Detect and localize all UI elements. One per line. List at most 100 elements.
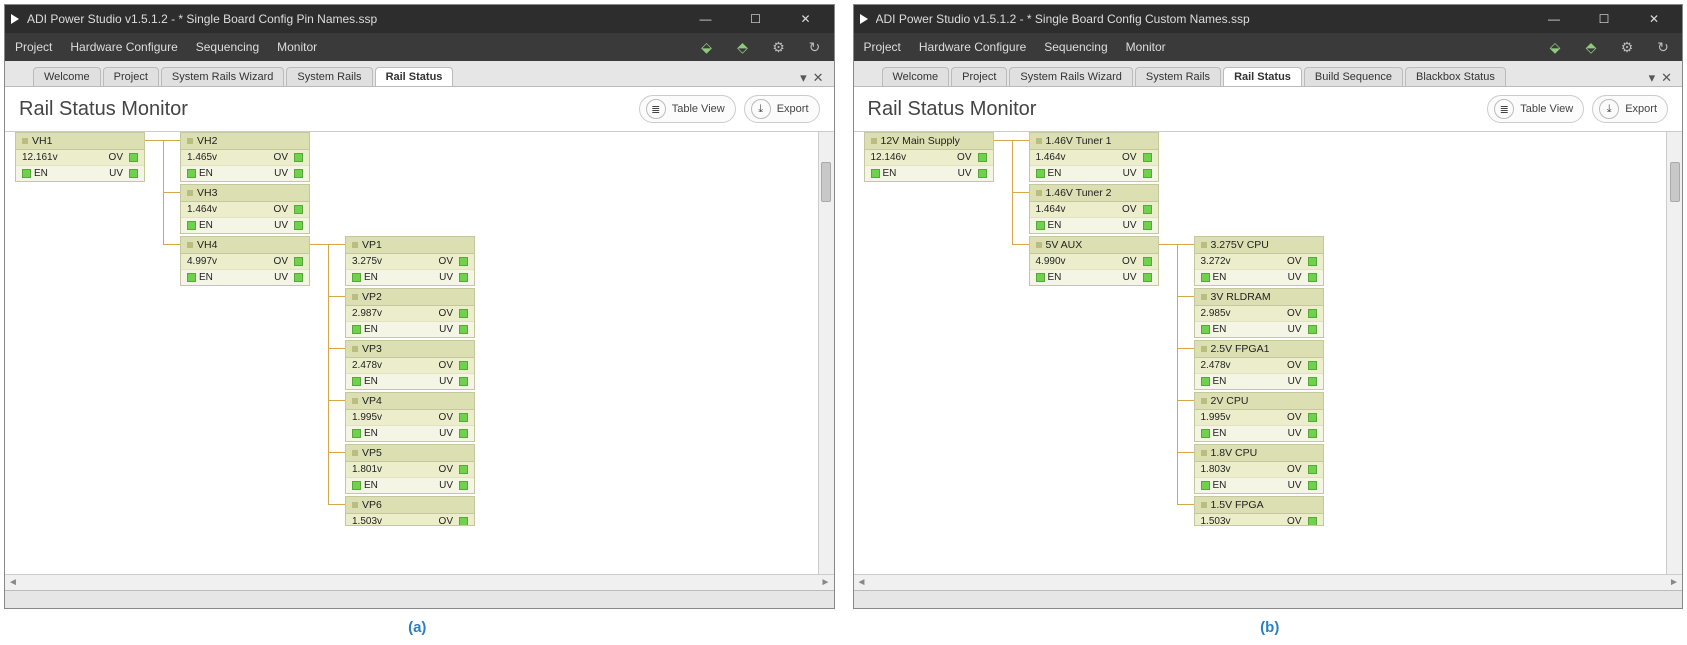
tabs-close-icon[interactable]: ✕: [1661, 70, 1672, 86]
caption-b: (b): [853, 613, 1687, 642]
rail-canvas[interactable]: VH112.161vOVENUV VH21.465vOVENUVVH31.464v…: [5, 132, 818, 574]
rail-node[interactable]: 1.5V FPGA1.503vOV: [1194, 496, 1324, 526]
tab-system rails wizard[interactable]: System Rails Wizard: [1009, 67, 1132, 86]
rail-node[interactable]: VH21.465vOVENUV: [180, 132, 310, 182]
uv-label: UV: [439, 324, 453, 335]
refresh-icon[interactable]: ↻: [1654, 38, 1672, 56]
menu-item[interactable]: Project: [15, 40, 52, 54]
ov-status-icon: [1143, 205, 1152, 214]
export-button[interactable]: ⤓Export: [744, 95, 820, 123]
vertical-scrollbar[interactable]: [818, 132, 834, 574]
vertical-scrollbar[interactable]: [1666, 132, 1682, 574]
rail-node[interactable]: VP61.503vOV: [345, 496, 475, 526]
ov-status-icon: [1143, 257, 1152, 266]
rail-node[interactable]: VH112.161vOVENUV: [15, 132, 145, 182]
chip-up-icon[interactable]: ⬙: [698, 38, 716, 56]
rail-node[interactable]: 12V Main Supply12.146vOVENUV: [864, 132, 994, 182]
rail-node[interactable]: 1.8V CPU1.803vOVENUV: [1194, 444, 1324, 494]
rail-node[interactable]: VP13.275vOVENUV: [345, 236, 475, 286]
tab-project[interactable]: Project: [103, 67, 159, 86]
chip-down-icon[interactable]: ⬘: [1582, 38, 1600, 56]
ov-status-icon: [978, 153, 987, 162]
gear-icon[interactable]: ⚙: [770, 38, 788, 56]
uv-label: UV: [109, 168, 123, 179]
en-status-icon: [1201, 325, 1210, 334]
ov-label: OV: [1287, 308, 1301, 319]
menu-item[interactable]: Project: [864, 40, 901, 54]
menu-item[interactable]: Sequencing: [1044, 40, 1107, 54]
ov-label: OV: [957, 152, 971, 163]
ov-status-icon: [1143, 153, 1152, 162]
rail-node[interactable]: 5V AUX4.990vOVENUV: [1029, 236, 1159, 286]
ov-status-icon: [294, 257, 303, 266]
menu-item[interactable]: Monitor: [1126, 40, 1166, 54]
rail-name: 1.8V CPU: [1195, 445, 1323, 462]
rail-node[interactable]: 1.46V Tuner 21.464vOVENUV: [1029, 184, 1159, 234]
uv-status-icon: [1143, 221, 1152, 230]
tab-rail status[interactable]: Rail Status: [375, 67, 454, 86]
tabs-dropdown-icon[interactable]: ▾: [800, 70, 807, 86]
rail-node[interactable]: VP32.478vOVENUV: [345, 340, 475, 390]
rail-name: VH2: [181, 133, 309, 150]
rail-node[interactable]: VP41.995vOVENUV: [345, 392, 475, 442]
tab-rail status[interactable]: Rail Status: [1223, 67, 1302, 86]
close-button[interactable]: ✕: [790, 12, 822, 26]
rail-voltage: 4.990v: [1036, 256, 1120, 267]
page-title: Rail Status Monitor: [19, 98, 631, 121]
uv-label: UV: [274, 272, 288, 283]
ov-label: OV: [109, 152, 123, 163]
menu-item[interactable]: Hardware Configure: [919, 40, 1026, 54]
uv-status-icon: [459, 481, 468, 490]
table-view-button[interactable]: ≣Table View: [1487, 95, 1584, 123]
rail-node[interactable]: 2.5V FPGA12.478vOVENUV: [1194, 340, 1324, 390]
minimize-button[interactable]: —: [690, 12, 722, 26]
tab-blackbox status[interactable]: Blackbox Status: [1405, 67, 1506, 86]
menu-item[interactable]: Monitor: [277, 40, 317, 54]
chip-down-icon[interactable]: ⬘: [734, 38, 752, 56]
rail-node[interactable]: VP51.801vOVENUV: [345, 444, 475, 494]
export-button[interactable]: ⤓Export: [1592, 95, 1668, 123]
uv-label: UV: [274, 220, 288, 231]
tab-system rails wizard[interactable]: System Rails Wizard: [161, 67, 284, 86]
tab-system rails[interactable]: System Rails: [286, 67, 372, 86]
tabs-dropdown-icon[interactable]: ▾: [1649, 70, 1656, 86]
en-status-icon: [187, 169, 196, 178]
en-status-icon: [187, 221, 196, 230]
gear-icon[interactable]: ⚙: [1618, 38, 1636, 56]
rail-node[interactable]: VP22.987vOVENUV: [345, 288, 475, 338]
tab-build sequence[interactable]: Build Sequence: [1304, 67, 1403, 86]
menu-item[interactable]: Hardware Configure: [70, 40, 177, 54]
tabstrip: WelcomeProjectSystem Rails WizardSystem …: [5, 61, 834, 87]
minimize-button[interactable]: —: [1538, 12, 1570, 26]
ov-label: OV: [274, 152, 288, 163]
ov-status-icon: [459, 361, 468, 370]
en-status-icon: [352, 429, 361, 438]
tab-welcome[interactable]: Welcome: [33, 67, 101, 86]
chip-up-icon[interactable]: ⬙: [1546, 38, 1564, 56]
table-view-button[interactable]: ≣Table View: [639, 95, 736, 123]
rail-voltage: 1.503v: [352, 516, 436, 526]
rail-node[interactable]: VH44.997vOVENUV: [180, 236, 310, 286]
ov-status-icon: [1308, 257, 1317, 266]
rail-node[interactable]: VH31.464vOVENUV: [180, 184, 310, 234]
rail-node[interactable]: 3V RLDRAM2.985vOVENUV: [1194, 288, 1324, 338]
maximize-button[interactable]: ☐: [740, 12, 772, 26]
rail-node[interactable]: 3.275V CPU3.272vOVENUV: [1194, 236, 1324, 286]
uv-label: UV: [1123, 272, 1137, 283]
rail-node[interactable]: 2V CPU1.995vOVENUV: [1194, 392, 1324, 442]
tab-welcome[interactable]: Welcome: [882, 67, 950, 86]
ov-label: OV: [439, 464, 453, 475]
close-button[interactable]: ✕: [1638, 12, 1670, 26]
rail-canvas[interactable]: 12V Main Supply12.146vOVENUV 1.46V Tuner …: [854, 132, 1667, 574]
menu-item[interactable]: Sequencing: [196, 40, 259, 54]
tab-project[interactable]: Project: [951, 67, 1007, 86]
rail-name: VP3: [346, 341, 474, 358]
horizontal-scrollbar[interactable]: ◄►: [854, 574, 1683, 590]
rail-node[interactable]: 1.46V Tuner 11.464vOVENUV: [1029, 132, 1159, 182]
tab-system rails[interactable]: System Rails: [1135, 67, 1221, 86]
refresh-icon[interactable]: ↻: [806, 38, 824, 56]
tabs-close-icon[interactable]: ✕: [813, 70, 824, 86]
maximize-button[interactable]: ☐: [1588, 12, 1620, 26]
rail-voltage: 1.995v: [1201, 412, 1285, 423]
horizontal-scrollbar[interactable]: ◄►: [5, 574, 834, 590]
